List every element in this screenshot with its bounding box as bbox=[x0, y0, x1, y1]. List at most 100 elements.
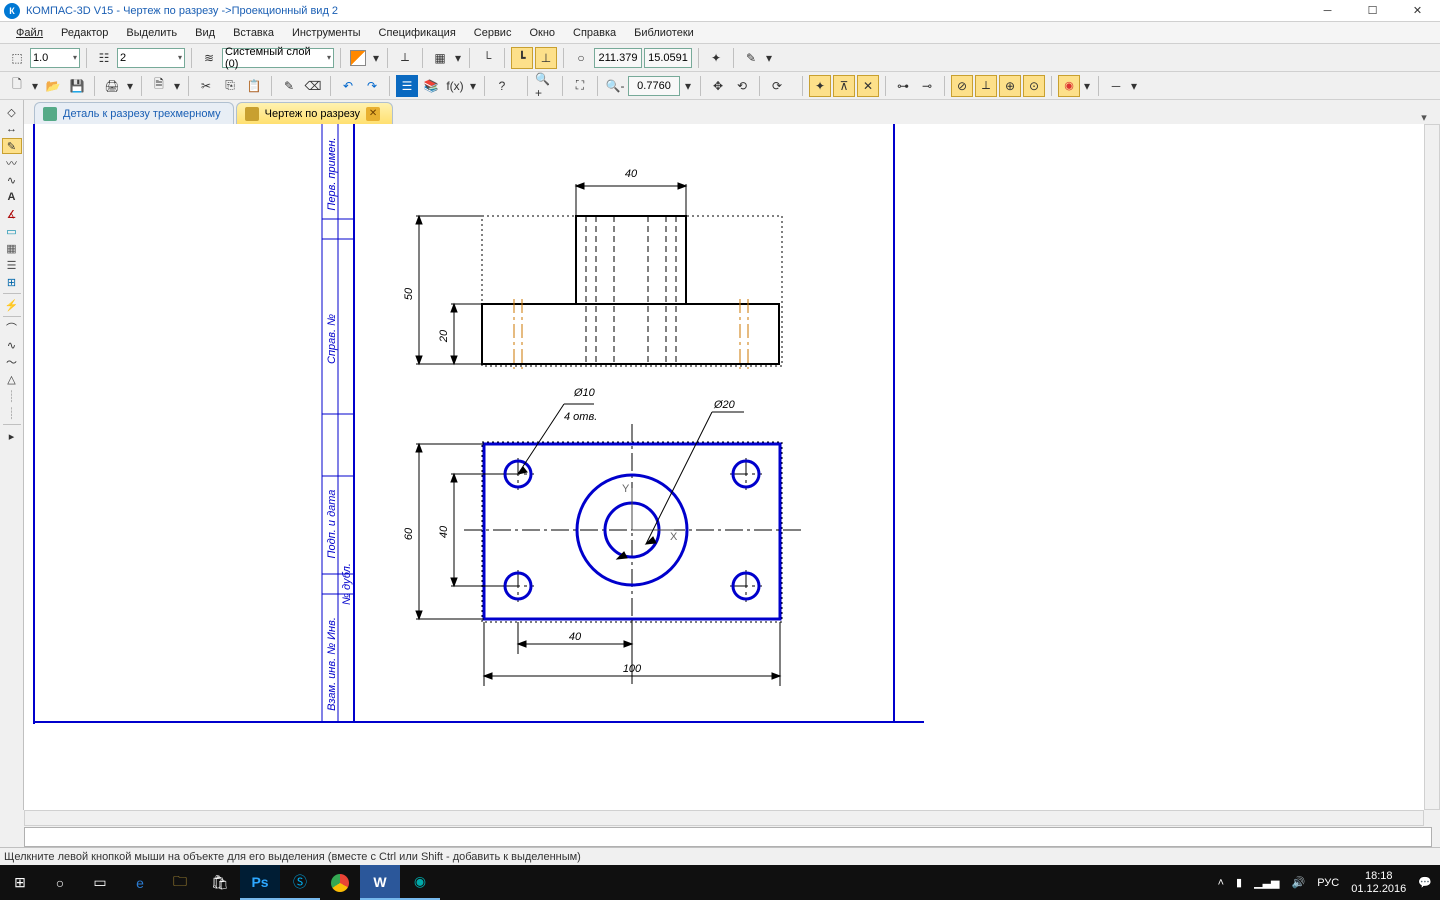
snap-end-button[interactable]: ✦ bbox=[809, 75, 831, 97]
lt-bezier-icon[interactable]: 〜 bbox=[2, 354, 22, 370]
vertical-scrollbar[interactable] bbox=[1424, 124, 1440, 810]
volume-icon[interactable]: 🔊 bbox=[1292, 876, 1306, 889]
menu-select[interactable]: Выделить bbox=[118, 25, 185, 41]
word-icon[interactable]: W bbox=[360, 865, 400, 900]
lt-arc-icon[interactable]: ⌒ bbox=[2, 320, 22, 336]
horizontal-scrollbar[interactable] bbox=[24, 810, 1424, 826]
cursor-settings-button[interactable]: ✦ bbox=[705, 47, 727, 69]
coord-y-input[interactable] bbox=[644, 48, 692, 68]
highlight-dd[interactable]: ▾ bbox=[764, 47, 774, 69]
maximize-button[interactable]: ☐ bbox=[1350, 0, 1395, 22]
dim-button[interactable]: ⟂ bbox=[394, 47, 416, 69]
layers-button[interactable]: ≋ bbox=[198, 47, 220, 69]
new-dd[interactable]: ▾ bbox=[30, 75, 40, 97]
delete-button[interactable]: ⌫ bbox=[302, 75, 324, 97]
save-button[interactable]: 💾 bbox=[66, 75, 88, 97]
notifications-icon[interactable]: 💬 bbox=[1418, 876, 1432, 889]
lt-report-icon[interactable]: ⊞ bbox=[2, 274, 22, 290]
menu-file[interactable]: Файл bbox=[8, 25, 51, 41]
menu-view[interactable]: Вид bbox=[187, 25, 223, 41]
view-select[interactable]: 2▾ bbox=[117, 48, 185, 68]
menu-libraries[interactable]: Библиотеки bbox=[626, 25, 702, 41]
start-button[interactable]: ⊞ bbox=[0, 865, 40, 900]
help-button[interactable]: ? bbox=[491, 75, 513, 97]
snap-mid-button[interactable]: ⊼ bbox=[833, 75, 855, 97]
lt-more2-icon[interactable]: ┊ bbox=[2, 405, 22, 421]
redraw-button[interactable]: ⟳ bbox=[766, 75, 788, 97]
clock[interactable]: 18:18 01.12.2016 bbox=[1351, 870, 1406, 894]
lt-spline-icon[interactable]: ∿ bbox=[2, 337, 22, 353]
lt-dim-icon[interactable]: ↔ bbox=[2, 121, 22, 137]
lt-more-icon[interactable]: ┊ bbox=[2, 388, 22, 404]
menu-window[interactable]: Окно bbox=[521, 25, 563, 41]
lt-meas-icon[interactable]: A bbox=[2, 189, 22, 205]
highlight-button[interactable]: ✎ bbox=[740, 47, 762, 69]
drawing-canvas[interactable]: Перв. примен. Справ. № Подп. и дата № ду… bbox=[24, 124, 1440, 810]
tab-close-icon[interactable]: ✕ bbox=[366, 107, 380, 121]
doc-tab-1[interactable]: Деталь к разрезу трехмерному bbox=[34, 102, 234, 124]
color-button[interactable] bbox=[347, 47, 369, 69]
manager-button[interactable]: ☰ bbox=[396, 75, 418, 97]
close-button[interactable]: ✕ bbox=[1395, 0, 1440, 22]
search-button[interactable]: ○ bbox=[40, 865, 80, 900]
minimize-button[interactable]: ─ bbox=[1305, 0, 1350, 22]
menu-help[interactable]: Справка bbox=[565, 25, 624, 41]
lt-view-icon[interactable]: ▦ bbox=[2, 240, 22, 256]
wifi-icon[interactable]: ▁▃▅ bbox=[1254, 876, 1279, 889]
state-button[interactable]: ⬚ bbox=[6, 47, 28, 69]
grid-dd[interactable]: ▾ bbox=[453, 47, 463, 69]
lang-indicator[interactable]: РУС bbox=[1317, 877, 1339, 889]
scale-select[interactable]: 1.0▾ bbox=[30, 48, 80, 68]
round-button[interactable]: ○ bbox=[570, 47, 592, 69]
explorer-icon[interactable]: 🗀 bbox=[160, 865, 200, 900]
menu-spec[interactable]: Спецификация bbox=[371, 25, 464, 41]
open-button[interactable]: 📂 bbox=[42, 75, 64, 97]
lt-angle-icon[interactable]: △ bbox=[2, 371, 22, 387]
redo-button[interactable]: ↷ bbox=[361, 75, 383, 97]
battery-icon[interactable]: ▮ bbox=[1236, 876, 1242, 889]
zoom-in-button[interactable]: 🔍+ bbox=[534, 75, 556, 97]
ortho-button[interactable]: ┗ bbox=[511, 47, 533, 69]
kompas-taskbar-icon[interactable]: ◉ bbox=[400, 865, 440, 900]
zoom-prev-button[interactable]: ⟲ bbox=[731, 75, 753, 97]
zoom-dd[interactable]: ▾ bbox=[682, 75, 694, 97]
vars-dd[interactable]: ▾ bbox=[468, 75, 478, 97]
layer-button[interactable]: ☷ bbox=[93, 47, 115, 69]
tab-dropdown[interactable]: ▾ bbox=[1414, 111, 1434, 124]
zoom-fit-button[interactable]: ⛶ bbox=[569, 75, 591, 97]
snap-dd[interactable]: ▾ bbox=[1082, 75, 1092, 97]
color-dd[interactable]: ▾ bbox=[371, 47, 381, 69]
cut-button[interactable]: ✂ bbox=[195, 75, 217, 97]
lt-expand-icon[interactable]: ▸ bbox=[2, 428, 22, 444]
lt-spec-icon[interactable]: ☰ bbox=[2, 257, 22, 273]
lt-select-icon[interactable]: ∡ bbox=[2, 206, 22, 222]
snap-perp-button[interactable]: ⊥ bbox=[535, 47, 557, 69]
skype-icon[interactable]: Ⓢ bbox=[280, 865, 320, 900]
snap-point-button[interactable]: ⊙ bbox=[1023, 75, 1045, 97]
print-button[interactable]: 🖨 bbox=[101, 75, 123, 97]
edge-icon[interactable]: e bbox=[120, 865, 160, 900]
layer-select[interactable]: Системный слой (0)▾ bbox=[222, 48, 334, 68]
library-button[interactable]: 📚 bbox=[420, 75, 442, 97]
doc-tab-2[interactable]: Чертеж по разрезу ✕ bbox=[236, 102, 393, 124]
zoom-out-button[interactable]: 🔍- bbox=[604, 75, 626, 97]
menu-tools[interactable]: Инструменты bbox=[284, 25, 369, 41]
print-dd[interactable]: ▾ bbox=[125, 75, 135, 97]
command-input[interactable] bbox=[24, 827, 1432, 847]
vars-button[interactable]: f(x) bbox=[444, 75, 466, 97]
snap-int-button[interactable]: ✕ bbox=[857, 75, 879, 97]
store-icon[interactable]: 🛍 bbox=[200, 865, 240, 900]
snap-off-button[interactable]: ─ bbox=[1105, 75, 1127, 97]
lt-edit-icon[interactable]: 〰 bbox=[2, 155, 22, 171]
grid-button[interactable]: ▦ bbox=[429, 47, 451, 69]
lt-assoc-icon[interactable]: ▭ bbox=[2, 223, 22, 239]
tray-chevron-icon[interactable]: ˄ bbox=[1218, 877, 1224, 889]
lt-break-icon[interactable]: ⚡ bbox=[2, 297, 22, 313]
undo-button[interactable]: ↶ bbox=[337, 75, 359, 97]
snap-touch-button[interactable]: ⊸ bbox=[916, 75, 938, 97]
snap-near-button[interactable]: ⊶ bbox=[892, 75, 914, 97]
lt-geom-icon[interactable]: ◇ bbox=[2, 104, 22, 120]
taskview-button[interactable]: ▭ bbox=[80, 865, 120, 900]
ucs-button[interactable]: └ bbox=[476, 47, 498, 69]
pan-button[interactable]: ✥ bbox=[707, 75, 729, 97]
